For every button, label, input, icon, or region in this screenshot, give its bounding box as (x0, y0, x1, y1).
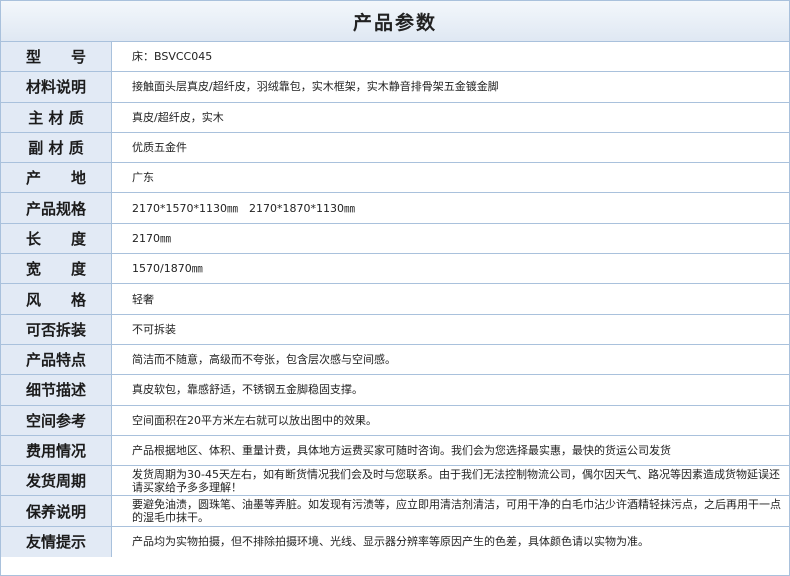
table-row: 材料说明 接触面头层真皮/超纤皮，羽绒靠包，实木框架，实木静音排骨架五金镀金脚 (1, 72, 789, 103)
row-label: 材料说明 (1, 72, 112, 102)
table-row: 空间参考 空间面积在20平方米左右就可以放出图中的效果。 (1, 405, 789, 436)
row-value: 真皮软包，靠感舒适，不锈钢五金脚稳固支撑。 (132, 383, 363, 397)
table-row: 可否拆装 不可拆装 (1, 314, 789, 345)
table-row: 友情提示 产品均为实物拍摄，但不排除拍摄环境、光线、显示器分辨率等原因产生的色差，… (1, 526, 789, 558)
row-value: 2170*1570*1130㎜ 2170*1870*1130㎜ (132, 201, 355, 215)
row-label: 产品特点 (1, 344, 112, 375)
table-row: 发货周期 发货周期为30-45天左右，如有断货情况我们会及时与您联系。由于我们无法… (1, 466, 789, 497)
row-value: 优质五金件 (132, 141, 187, 155)
row-label: 产 地 (1, 163, 112, 193)
row-label: 副 材 质 (1, 132, 112, 163)
row-value: 不可拆装 (132, 322, 176, 336)
row-label: 保养说明 (1, 496, 112, 526)
row-label: 发货周期 (1, 466, 112, 496)
row-value: 要避免油渍，圆珠笔、油墨等弄脏。如发现有污渍等，应立即用清洁剂清洁，可用干净的白… (132, 498, 781, 525)
row-value: 真皮/超纤皮，实木 (132, 110, 224, 124)
table-row: 风 格 轻奢 (1, 284, 789, 315)
table-row: 产 地 广东 (1, 163, 789, 194)
row-label: 长 度 (1, 223, 112, 254)
table-body: 型 号 床：BSVCC045 材料说明 接触面头层真皮/超纤皮，羽绒靠包，实木框架，实… (1, 42, 789, 558)
table-row: 型 号 床：BSVCC045 (1, 42, 789, 73)
row-value: 1570/1870㎜ (132, 262, 203, 276)
table-title: 产品参数 (1, 1, 789, 42)
table-row: 产品规格 2170*1570*1130㎜ 2170*1870*1130㎜ (1, 193, 789, 224)
row-label: 空间参考 (1, 405, 112, 435)
row-value: 简洁而不随意，高级而不夸张，包含层次感与空间感。 (132, 353, 396, 367)
row-label: 风 格 (1, 284, 112, 314)
row-value: 空间面积在20平方米左右就可以放出图中的效果。 (132, 413, 377, 427)
row-value: 产品均为实物拍摄，但不排除拍摄环境、光线、显示器分辨率等原因产生的色差，具体颜色… (132, 535, 649, 549)
row-label: 型 号 (1, 42, 112, 72)
row-label: 细节描述 (1, 375, 112, 405)
table-row: 长 度 2170㎜ (1, 223, 789, 255)
row-value: 2170㎜ (132, 231, 171, 245)
table-row: 宽 度 1570/1870㎜ (1, 254, 789, 285)
table-row: 产品特点 简洁而不随意，高级而不夸张，包含层次感与空间感。 (1, 344, 789, 376)
row-label: 费用情况 (1, 435, 112, 466)
table-row: 费用情况 产品根据地区、体积、重量计费，具体地方运费买家可随时咨询。我们会为您选择… (1, 435, 789, 467)
row-label: 产品规格 (1, 193, 112, 223)
row-value: 发货周期为30-45天左右，如有断货情况我们会及时与您联系。由于我们无法控制物流… (132, 467, 780, 494)
table-row: 细节描述 真皮软包，靠感舒适，不锈钢五金脚稳固支撑。 (1, 375, 789, 406)
row-value: 广东 (132, 171, 154, 185)
product-params-table: 产品参数 型 号 床：BSVCC045 材料说明 接触面头层真皮/超纤皮，羽绒靠包，实… (0, 0, 790, 576)
row-value: 产品根据地区、体积、重量计费，具体地方运费买家可随时咨询。我们会为您选择最实惠，… (132, 444, 671, 457)
table-row: 副 材 质 优质五金件 (1, 132, 789, 164)
table-row: 主 材 质 真皮/超纤皮，实木 (1, 102, 789, 133)
row-label: 主 材 质 (1, 102, 112, 132)
row-value: 轻奢 (132, 292, 154, 306)
row-value: 接触面头层真皮/超纤皮，羽绒靠包，实木框架，实木静音排骨架五金镀金脚 (132, 80, 499, 94)
row-label: 友情提示 (1, 526, 112, 558)
row-label: 可否拆装 (1, 314, 112, 344)
row-value: 床：BSVCC045 (132, 50, 213, 64)
row-label: 宽 度 (1, 254, 112, 284)
table-row: 保养说明 要避免油渍，圆珠笔、油墨等弄脏。如发现有污渍等，应立即用清洁剂清洁，可用… (1, 496, 789, 527)
